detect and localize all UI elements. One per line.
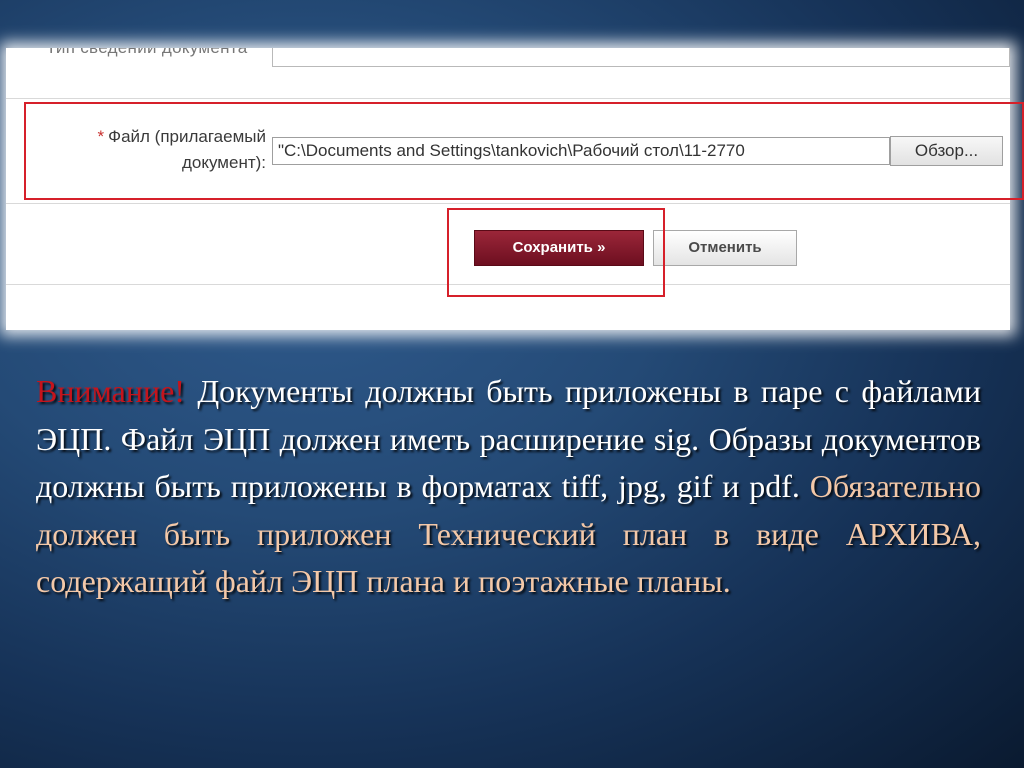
attention-note: Внимание! Документы должны быть приложен… [36, 368, 981, 606]
previous-field-input[interactable] [272, 48, 1010, 67]
cancel-button[interactable]: Отменить [653, 230, 797, 266]
attention-warning: Внимание! [36, 373, 185, 409]
previous-field-label: Тип сведений документа [46, 48, 247, 58]
file-row-highlight [24, 102, 1024, 200]
save-button-highlight [447, 208, 665, 297]
previous-form-row: Тип сведений документа [6, 48, 1010, 99]
